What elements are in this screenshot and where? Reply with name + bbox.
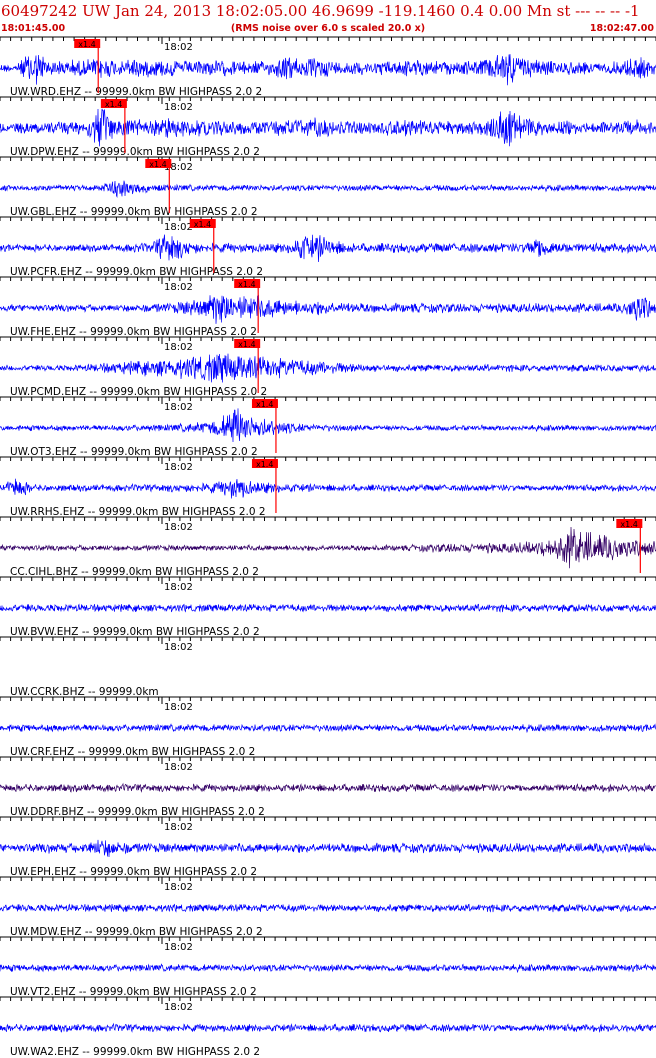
waveform-trace bbox=[0, 782, 656, 793]
pick-label: x1.4 bbox=[256, 400, 273, 409]
station-label: UW.RRHS.EHZ -- 99999.0km BW HIGHPASS 2.0… bbox=[10, 506, 266, 518]
waveform-trace bbox=[0, 839, 656, 858]
station-label: CC.CIHL.BHZ -- 99999.0km BW HIGHPASS 2.0… bbox=[10, 566, 259, 578]
trace-panel-2: 18:02UW.GBL.EHZ -- 99999.0km BW HIGHPASS… bbox=[0, 156, 656, 218]
waveform-trace bbox=[0, 108, 656, 147]
waveform-trace bbox=[0, 478, 656, 499]
waveform-trace bbox=[0, 180, 656, 198]
minute-tick-label: 18:02 bbox=[164, 522, 193, 533]
station-label: UW.FHE.EHZ -- 99999.0km BW HIGHPASS 2.0 … bbox=[10, 326, 257, 338]
seismogram-plot: 18:02 UW.WRD.EHZ -- 99999.0km BW HIGHPASS… bbox=[0, 36, 656, 1058]
pick-label: x1.4 bbox=[78, 40, 95, 49]
minute-tick-label: 18:02 bbox=[164, 582, 193, 593]
trace-panel-6: 18:02 UW.OT3.EHZ -- 99999.0km BW HIGHPASS… bbox=[0, 396, 656, 458]
station-label: UW.WA2.EHZ -- 99999.0km BW HIGHPASS 2.0 … bbox=[10, 1046, 260, 1058]
trace-panel-11: 18:02 UW.CRF.EHZ -- 99999.0km BW HIGHPASS… bbox=[0, 696, 656, 758]
pick-label: x1.4 bbox=[256, 460, 273, 469]
trace-panel-9: 18:02 UW.BVW.EHZ -- 99999.0km BW HIGHPASS… bbox=[0, 576, 656, 638]
trace-panel-0: 18:02 UW.WRD.EHZ -- 99999.0km BW HIGHPASS… bbox=[0, 36, 656, 98]
trace-panel-12: 18:02 UW.DDRF.BHZ -- 99999.0km BW HIGHPAS… bbox=[0, 756, 656, 818]
station-label: UW.CCRK.BHZ -- 99999.0km bbox=[10, 686, 159, 698]
pick-label: x1.4 bbox=[105, 100, 122, 109]
trace-panel-10: 18:02 UW.CCRK.BHZ -- 99999.0km bbox=[0, 636, 656, 698]
minute-tick-label: 18:02 bbox=[164, 642, 193, 653]
pick-label: x1.4 bbox=[238, 280, 255, 289]
pick-label: x1.4 bbox=[194, 220, 211, 229]
minute-tick-label: 18:02 bbox=[164, 1002, 193, 1013]
trace-panel-5: 18:02 UW.PCMD.EHZ -- 99999.0km BW HIGHPAS… bbox=[0, 336, 656, 398]
minute-tick-label: 18:02 bbox=[164, 42, 193, 53]
minute-tick-label: 18:02 bbox=[164, 702, 193, 713]
waveform-trace bbox=[0, 408, 656, 443]
station-label: UW.PCMD.EHZ -- 99999.0km BW HIGHPASS 2.0… bbox=[10, 386, 267, 398]
trace-panel-1: 18:02 UW.DPW.EHZ -- 99999.0km BW HIGHPASS… bbox=[0, 96, 656, 158]
waveform-trace bbox=[0, 603, 656, 613]
station-label: UW.BVW.EHZ -- 99999.0km BW HIGHPASS 2.0 … bbox=[10, 626, 260, 638]
station-label: UW.CRF.EHZ -- 99999.0km BW HIGHPASS 2.0 … bbox=[10, 746, 255, 758]
minute-tick-label: 18:02 bbox=[164, 222, 193, 233]
pick-label: x1.4 bbox=[149, 160, 166, 169]
station-label: UW.OT3.EHZ -- 99999.0km BW HIGHPASS 2.0 … bbox=[10, 446, 258, 458]
minute-tick-label: 18:02 bbox=[164, 882, 193, 893]
pick-label: x1.4 bbox=[238, 340, 255, 349]
station-label: UW.DDRF.BHZ -- 99999.0km BW HIGHPASS 2.0… bbox=[10, 806, 265, 818]
trace-panel-13: 18:02 UW.EPH.EHZ -- 99999.0km BW HIGHPASS… bbox=[0, 816, 656, 878]
waveform-trace bbox=[0, 234, 656, 263]
minute-tick-label: 18:02 bbox=[164, 822, 193, 833]
trace-panel-4: 18:02 UW.FHE.EHZ -- 99999.0km BW HIGHPASS… bbox=[0, 276, 656, 338]
waveform-trace bbox=[0, 353, 656, 383]
station-label: UW.PCFR.EHZ -- 99999.0km BW HIGHPASS 2.0… bbox=[10, 266, 263, 278]
trace-panel-3: 18:02 UW.PCFR.EHZ -- 99999.0km BW HIGHPAS… bbox=[0, 216, 656, 278]
pick-label: x1.4 bbox=[620, 520, 637, 529]
minute-tick-label: 18:02 bbox=[164, 402, 193, 413]
station-label: UW.WRD.EHZ -- 99999.0km BW HIGHPASS 2.0 … bbox=[10, 86, 262, 98]
trace-panel-16: 18:02 UW.WA2.EHZ -- 99999.0km BW HIGHPASS… bbox=[0, 996, 656, 1058]
minute-tick-label: 18:02 bbox=[164, 342, 193, 353]
waveform-trace bbox=[0, 294, 656, 324]
waveform-trace bbox=[0, 903, 656, 913]
station-label: UW.MDW.EHZ -- 99999.0km BW HIGHPASS 2.0 … bbox=[10, 926, 263, 938]
minute-tick-label: 18:02 bbox=[164, 462, 193, 473]
station-label: UW.GBL.EHZ -- 99999.0km BW HIGHPASS 2.0 … bbox=[10, 206, 258, 218]
trace-panel-14: 18:02 UW.MDW.EHZ -- 99999.0km BW HIGHPASS… bbox=[0, 876, 656, 938]
station-label: UW.DPW.EHZ -- 99999.0km BW HIGHPASS 2.0 … bbox=[10, 146, 260, 158]
waveform-trace bbox=[0, 1022, 656, 1033]
minute-tick-label: 18:02 bbox=[164, 282, 193, 293]
trace-panel-15: 18:02 UW.VT2.EHZ -- 99999.0km BW HIGHPASS… bbox=[0, 936, 656, 998]
waveform-trace bbox=[0, 526, 656, 569]
trace-panel-7: 18:02 UW.RRHS.EHZ -- 99999.0km BW HIGHPAS… bbox=[0, 456, 656, 518]
station-label: UW.VT2.EHZ -- 99999.0km BW HIGHPASS 2.0 … bbox=[10, 986, 257, 998]
minute-tick-label: 18:02 bbox=[164, 762, 193, 773]
waveform-trace bbox=[0, 723, 656, 734]
waveform-trace bbox=[0, 963, 656, 974]
minute-tick-label: 18:02 bbox=[164, 102, 193, 113]
minute-tick-label: 18:02 bbox=[164, 942, 193, 953]
trace-panel-8: 18:02 CC.CIHL.BHZ -- 99999.0km BW HIGHPAS… bbox=[0, 516, 656, 578]
station-label: UW.EPH.EHZ -- 99999.0km BW HIGHPASS 2.0 … bbox=[10, 866, 257, 878]
